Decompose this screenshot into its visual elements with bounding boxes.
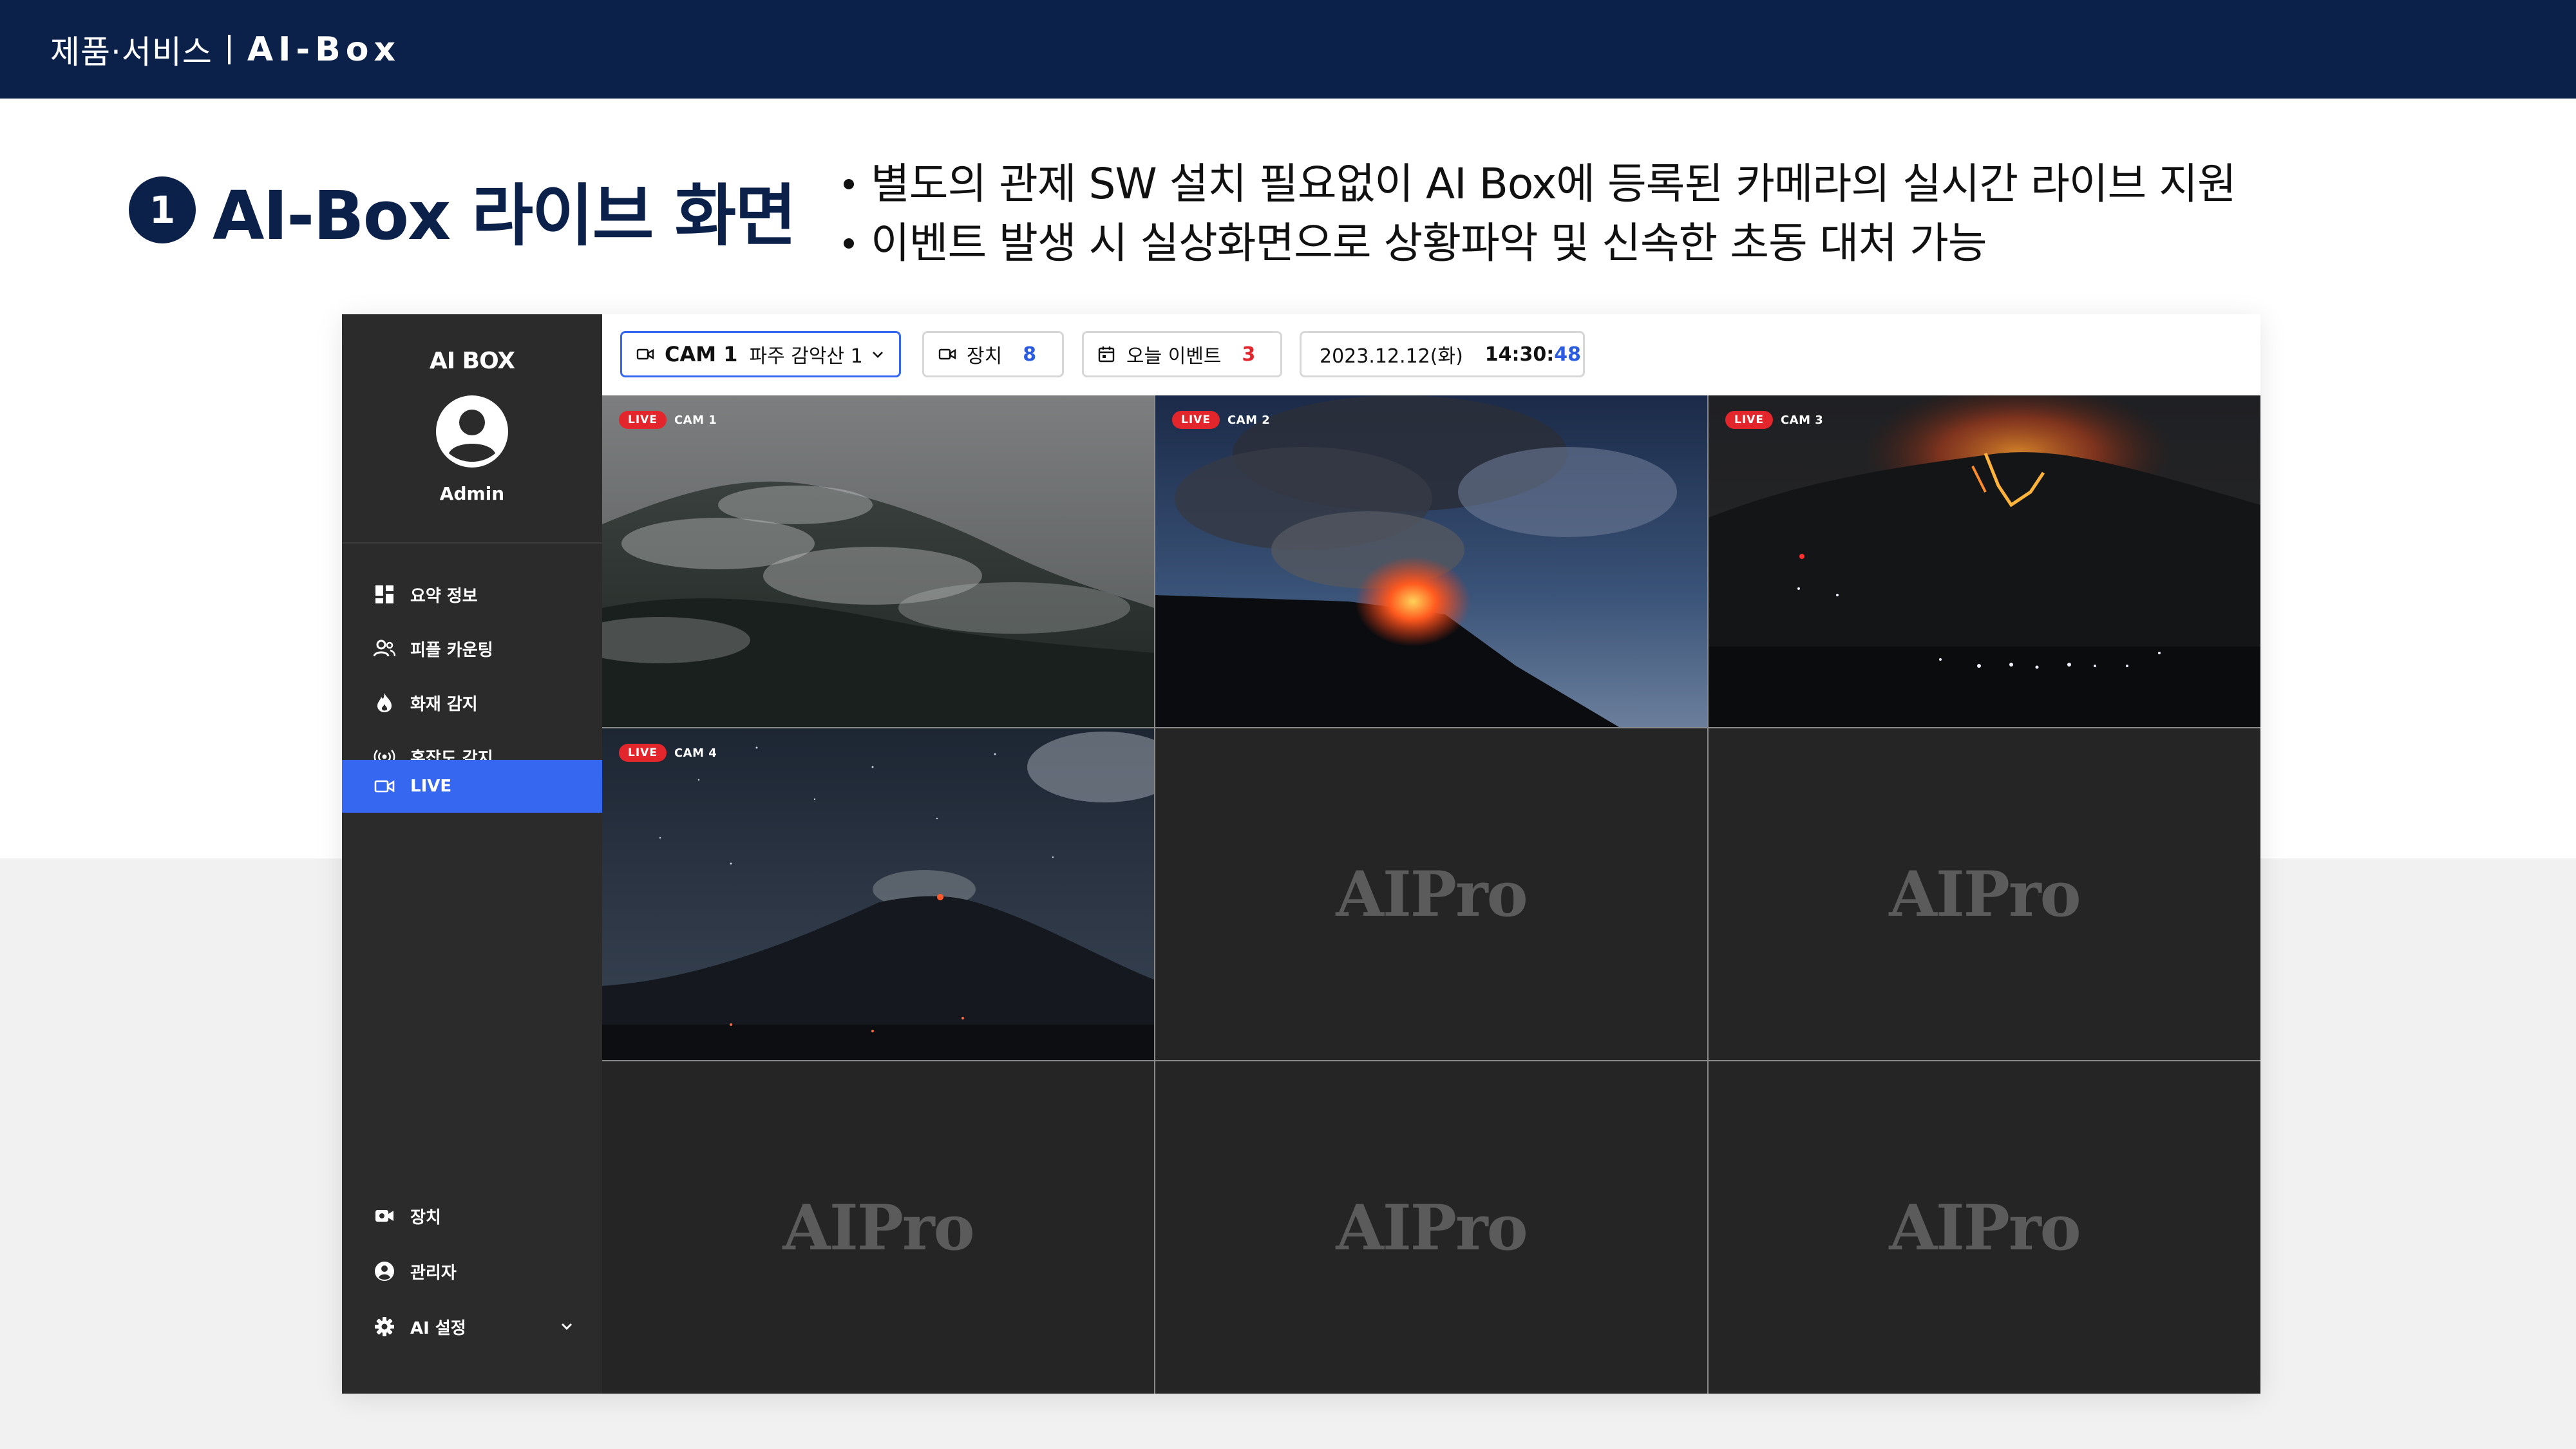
camera-label: CAM 2 [1227,413,1271,427]
sidebar-item-ai-settings[interactable]: AI 설정 [342,1300,602,1353]
gear-icon [373,1315,396,1338]
today-events-box[interactable]: 오늘 이벤트 3 [1082,331,1282,377]
banner-divider [227,34,231,64]
sidebar-item-label: 피플 카운팅 [410,640,493,660]
camera-badge: LIVE CAM 4 [619,744,717,762]
app-logo: AI BOX [429,348,515,374]
sidebar-item-label: 요약 정보 [410,586,478,606]
placeholder-logo: AIPro [782,1191,974,1264]
camera-feed-image [602,395,1154,727]
live-badge: LIVE [1725,411,1773,429]
admin-user-icon [373,1260,396,1283]
placeholder-logo: AIPro [1336,858,1528,931]
video-camera-icon [938,345,958,364]
people-icon [373,637,396,660]
calendar-icon [1098,345,1117,364]
camera-location: 파주 감악산 1 [749,345,863,368]
flame-icon [373,691,396,714]
camera-label: CAM 4 [674,746,717,760]
chevron-down-icon[interactable] [557,1317,576,1336]
section-heading: 1 AI-Box 라이브 화면 [129,161,797,258]
device-count-box[interactable]: 장치 8 [922,331,1064,377]
sidebar-item-live[interactable]: LIVE [342,760,602,813]
placeholder-logo: AIPro [1336,1191,1528,1264]
empty-camera-tile[interactable]: AIPro [1709,728,2260,1060]
current-time: 14:30:48 [1485,343,1581,366]
toolbar: CAM 1 파주 감악산 1 장치 8 오늘 이벤트 3 2023.12.12(… [602,314,2260,395]
camera-tile[interactable]: LIVE CAM 1 [602,395,1154,727]
datetime-box: 2023.12.12(화) 14:30:48 [1300,331,1585,377]
section-title: AI-Box 라이브 화면 [213,176,797,255]
camera-feed-image [1155,395,1707,727]
camera-badge: LIVE CAM 1 [619,411,717,429]
camera-tile[interactable]: LIVE CAM 2 [1155,395,1707,727]
events-count: 3 [1242,343,1256,366]
camera-tile[interactable]: LIVE CAM 4 [602,728,1154,1060]
feature-bullets: 별도의 관제 SW 설치 필요없이 AI Box에 등록된 카메라의 실시간 라… [844,155,2237,273]
sidebar-item-label: AI 설정 [410,1318,466,1338]
camera-label: CAM 3 [1780,413,1824,427]
time-hours-minutes: 14:30: [1484,343,1555,366]
video-camera-icon [373,775,396,798]
empty-camera-tile[interactable]: AIPro [1155,728,1707,1060]
video-camera-icon [636,345,656,364]
bullet-item: 이벤트 발생 시 실상화면으로 상황파악 및 신속한 초동 대처 가능 [844,214,2236,273]
sidebar-item-summary[interactable]: 요약 정보 [342,568,602,621]
banner-category: 제품·서비스 [50,33,213,71]
sidebar-item-label: 화재 감지 [410,694,478,714]
camera-label: CAM 1 [674,413,717,427]
camera-feed-image [1709,395,2260,727]
bullet-dot [844,179,854,189]
camera-tile[interactable]: LIVE CAM 3 [1709,395,2260,727]
events-label: 오늘 이벤트 [1126,345,1222,368]
section-number: 1 [129,176,196,243]
empty-camera-tile[interactable]: AIPro [602,1061,1154,1394]
banner-product: AI-Box [247,30,401,69]
camera-select[interactable]: CAM 1 파주 감악산 1 [620,331,901,377]
user-name: Admin [439,483,505,504]
device-count: 8 [1023,343,1037,366]
bullet-dot [844,238,854,249]
device-camera-icon [373,1204,396,1227]
bullet-text: 이벤트 발생 시 실상화면으로 상황파악 및 신속한 초동 대처 가능 [871,218,1987,268]
chevron-down-icon [873,352,883,358]
sidebar-item-label: LIVE [410,777,452,796]
sidebar: AI BOX Admin 요약 정보 피플 카운팅 화재 감지 혼잡도 감지 L… [342,314,602,1394]
live-badge: LIVE [619,411,667,429]
bullet-item: 별도의 관제 SW 설치 필요없이 AI Box에 등록된 카메라의 실시간 라… [844,155,2237,214]
camera-name: CAM 1 [665,342,738,366]
sidebar-item-devices[interactable]: 장치 [342,1189,602,1242]
live-badge: LIVE [1172,411,1220,429]
current-date: 2023.12.12(화) [1320,345,1463,368]
avatar-icon[interactable] [435,394,509,469]
empty-camera-tile[interactable]: AIPro [1709,1061,2260,1394]
app-window: AI BOX Admin 요약 정보 피플 카운팅 화재 감지 혼잡도 감지 L… [342,314,2260,1394]
placeholder-logo: AIPro [1889,1191,2081,1264]
bullet-text: 별도의 관제 SW 설치 필요없이 AI Box에 등록된 카메라의 실시간 라… [871,159,2237,209]
dashboard-icon [373,583,396,606]
placeholder-logo: AIPro [1889,858,2081,931]
sidebar-item-fire-detection[interactable]: 화재 감지 [342,676,602,729]
sidebar-item-label: 관리자 [410,1263,457,1283]
sidebar-item-label: 장치 [410,1208,441,1227]
camera-feed-image [602,728,1154,1060]
empty-camera-tile[interactable]: AIPro [1155,1061,1707,1394]
sidebar-item-people-counting[interactable]: 피플 카운팅 [342,622,602,675]
camera-badge: LIVE CAM 3 [1725,411,1823,429]
sidebar-item-admin[interactable]: 관리자 [342,1245,602,1298]
sidebar-divider [342,542,602,544]
camera-grid: LIVE CAM 1 LIVE CAM 2 LIVE CAM 3 LIVE CA… [602,395,2260,1394]
device-label: 장치 [967,345,1003,368]
top-banner: 제품·서비스 AI-Box [0,0,2576,99]
live-badge: LIVE [619,744,667,762]
camera-badge: LIVE CAM 2 [1172,411,1270,429]
time-seconds: 48 [1554,343,1582,366]
